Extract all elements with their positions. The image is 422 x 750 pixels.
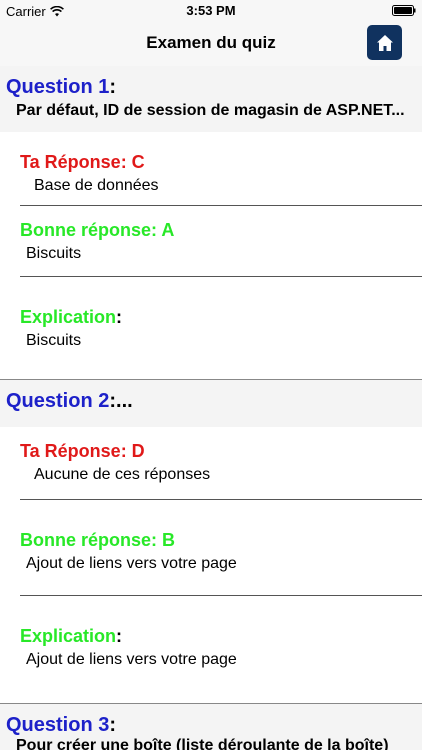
explanation-block: Explication: Biscuits: [0, 277, 422, 379]
home-icon: [376, 34, 393, 51]
question-header: Question 1: Par défaut, ID de session de…: [0, 66, 422, 132]
question-header: Question 2:...: [0, 379, 422, 427]
navigation-bar: Carrier 3:53 PM Examen du quiz: [0, 0, 422, 67]
your-answer-block: Ta Réponse: D Aucune de ces réponses: [0, 427, 422, 500]
your-answer-text: Aucune de ces réponses: [34, 466, 211, 483]
battery-icon: [392, 5, 416, 16]
your-answer-label: Ta Réponse: D: [20, 441, 145, 461]
correct-answer-block: Bonne réponse: A Biscuits: [0, 206, 422, 277]
your-answer-label: Ta Réponse: C: [20, 152, 145, 172]
correct-answer-text: Ajout de liens vers votre page: [26, 555, 237, 572]
correct-answer-label: Bonne réponse: B: [20, 530, 176, 550]
question-colon: :: [109, 76, 117, 98]
question-title-line: Question 3:: [6, 704, 422, 737]
home-button[interactable]: [367, 25, 402, 60]
explanation-title: Explication:: [0, 307, 422, 328]
status-bar: Carrier 3:53 PM: [0, 0, 422, 22]
question-colon: :: [109, 714, 117, 736]
explanation-label: Explication: [20, 307, 117, 327]
question-label: Question 1: [6, 76, 110, 98]
page-title: Examen du quiz: [146, 33, 276, 52]
explanation-colon: :: [116, 626, 123, 646]
explanation-label: Explication: [20, 626, 117, 646]
question-label: Question 3: [6, 714, 110, 736]
question-title-line: Question 1:: [6, 66, 422, 102]
question-title-line: Question 2:...: [6, 380, 422, 413]
explanation-colon: :: [116, 307, 123, 327]
explanation-block: Explication: Ajout de liens vers votre p…: [0, 596, 422, 703]
question-label: Question 2: [6, 390, 110, 412]
correct-answer-text: Biscuits: [26, 245, 82, 262]
explanation-text: Ajout de liens vers votre page: [26, 651, 237, 668]
explanation-title: Explication:: [0, 626, 422, 647]
question-colon: :...: [109, 390, 133, 412]
quiz-review-list[interactable]: Question 1: Par défaut, ID de session de…: [0, 66, 422, 750]
question-text: Par défaut, ID de session de magasin de …: [16, 102, 405, 119]
question-text: Pour créer une boîte (liste déroulante d…: [16, 737, 389, 750]
status-time: 3:53 PM: [186, 3, 236, 18]
your-answer-block: Ta Réponse: C Base de données: [0, 132, 422, 206]
question-header: Question 3: Pour créer une boîte (liste …: [0, 703, 422, 750]
your-answer-text: Base de données: [34, 177, 159, 194]
correct-answer-label: Bonne réponse: A: [20, 220, 175, 240]
correct-answer-block: Bonne réponse: B Ajout de liens vers vot…: [0, 500, 422, 596]
explanation-text: Biscuits: [26, 332, 82, 349]
